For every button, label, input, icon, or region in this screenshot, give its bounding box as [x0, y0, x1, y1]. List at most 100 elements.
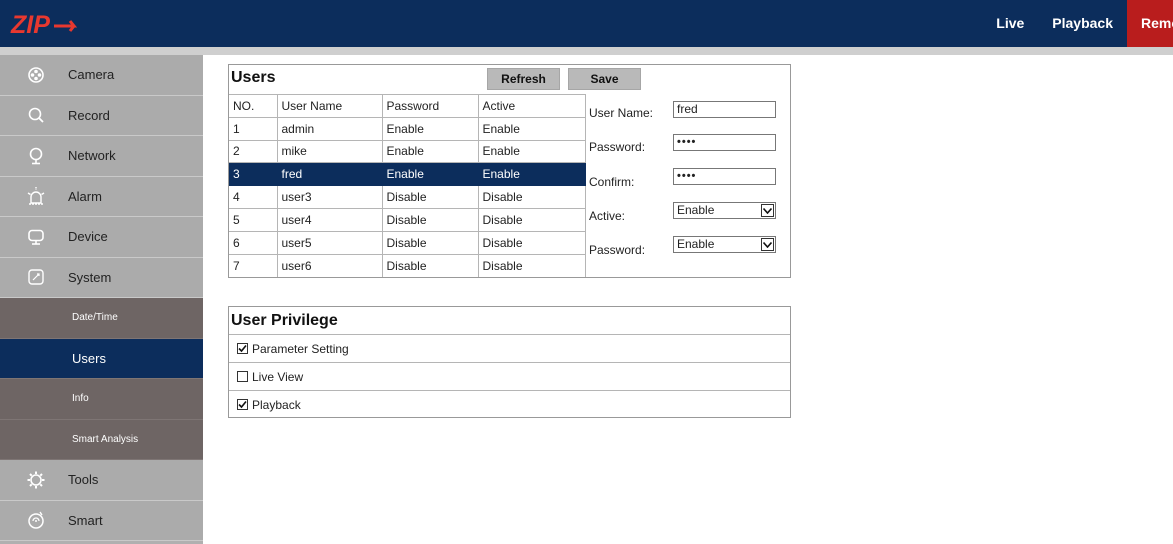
sidebar-subitem-label: Smart Analysis	[72, 433, 139, 445]
chevron-down-icon[interactable]	[761, 204, 774, 217]
sidebar-subitem-info[interactable]: Info	[0, 379, 203, 420]
sidebar-item-record[interactable]: Record	[0, 95, 203, 136]
password-enable-select[interactable]: Enable	[673, 236, 776, 253]
checkbox-unchecked[interactable]	[237, 371, 248, 382]
top-nav: Live Playback Remote	[982, 0, 1173, 47]
password-field[interactable]: ••••	[673, 134, 776, 151]
sidebar-item-label: System	[68, 269, 112, 285]
cell-no: 3	[229, 162, 278, 187]
tools-icon	[26, 470, 46, 490]
svg-text:ZIP: ZIP	[10, 11, 50, 38]
sidebar-item-tools[interactable]: Tools	[0, 460, 203, 501]
network-icon	[26, 146, 46, 166]
sidebar-item-label: Alarm	[68, 188, 102, 204]
nav-remote[interactable]: Remote	[1127, 0, 1173, 47]
table-row[interactable]: 1 admin Enable Enable	[229, 116, 586, 141]
cell-no: 4	[229, 185, 278, 209]
cell-active: Disable	[477, 207, 586, 232]
cell-user-name: admin	[276, 116, 383, 141]
cell-user-name: user5	[276, 230, 383, 255]
username-label: User Name:	[589, 106, 654, 120]
sidebar-item-device[interactable]: Device	[0, 217, 203, 258]
users-panel: Users Refresh Save NO. User Name Passwor…	[228, 64, 791, 278]
active-select[interactable]: Enable	[673, 202, 776, 219]
table-row[interactable]: 4 user3 Disable Disable	[229, 185, 586, 209]
cell-active: Enable	[477, 139, 586, 164]
cell-user-name: user6	[276, 253, 383, 277]
cell-active: Disable	[477, 253, 586, 277]
privilege-label: Parameter Setting	[252, 341, 349, 356]
sidebar-item-network[interactable]: Network	[0, 136, 203, 177]
sidebar-item-label: Tools	[68, 472, 99, 488]
sidebar-subitem-users[interactable]: Users	[0, 338, 203, 379]
sidebar-subitem-label: Date/Time	[72, 312, 118, 324]
confirm-password-field[interactable]: ••••	[673, 168, 776, 185]
table-row[interactable]: 7 user6 Disable Disable	[229, 253, 586, 277]
sidebar-item-system[interactable]: System	[0, 257, 203, 298]
table-row[interactable]: 2 mike Enable Enable	[229, 139, 586, 164]
sidebar-subitem-smart-analysis[interactable]: Smart Analysis	[0, 419, 203, 460]
table-header-row: NO. User Name Password Active	[229, 94, 586, 118]
active-select-value: Enable	[677, 203, 715, 217]
user-edit-form: User Name: fred Password: •••• Confirm: …	[586, 94, 791, 278]
chevron-down-icon[interactable]	[761, 238, 774, 251]
cell-user-name: user4	[276, 207, 383, 232]
column-header-no: NO.	[229, 94, 278, 118]
cell-password: Disable	[381, 253, 479, 277]
smart-icon	[26, 510, 46, 530]
record-icon	[26, 105, 46, 125]
sidebar-item-label: Network	[68, 148, 116, 164]
camera-icon	[26, 65, 46, 85]
user-privilege-title: User Privilege	[231, 312, 338, 329]
checkbox-checked[interactable]	[237, 343, 248, 354]
privilege-playback[interactable]: Playback	[229, 390, 790, 418]
sidebar: Camera Record Network Alarm Device Syste…	[0, 55, 203, 544]
user-privilege-panel: User Privilege Parameter Setting Live Vi…	[228, 306, 791, 418]
column-header-user-name: User Name	[276, 94, 383, 118]
sidebar-item-label: Camera	[68, 67, 115, 83]
sidebar-item-label: Record	[68, 107, 110, 123]
privilege-live-view[interactable]: Live View	[229, 362, 790, 390]
table-row[interactable]: 6 user5 Disable Disable	[229, 230, 586, 255]
cell-user-name: mike	[276, 139, 383, 164]
cell-active: Disable	[477, 185, 586, 209]
refresh-button[interactable]: Refresh	[487, 68, 560, 90]
cell-password: Disable	[381, 207, 479, 232]
privilege-label: Live View	[252, 369, 304, 384]
cell-active: Enable	[477, 116, 586, 141]
cell-password: Disable	[381, 230, 479, 255]
top-bar: ZIP Live Playback Remote	[0, 0, 1173, 47]
sidebar-item-smart[interactable]: Smart	[0, 500, 203, 541]
password-enable-select-value: Enable	[677, 237, 715, 251]
privilege-parameter-setting[interactable]: Parameter Setting	[229, 334, 790, 362]
table-row[interactable]: 5 user4 Disable Disable	[229, 207, 586, 232]
cell-password: Enable	[381, 139, 479, 164]
cell-user-name: fred	[276, 162, 383, 187]
zip-logo: ZIP	[10, 11, 78, 38]
alarm-icon	[26, 186, 46, 206]
cell-password: Disable	[381, 185, 479, 209]
device-icon	[26, 227, 46, 247]
cell-password: Enable	[381, 116, 479, 141]
column-header-active: Active	[477, 94, 586, 118]
sidebar-item-alarm[interactable]: Alarm	[0, 176, 203, 217]
cell-no: 1	[229, 116, 278, 141]
password-enable-label: Password:	[589, 243, 646, 257]
sidebar-item-label: Smart	[68, 512, 103, 528]
cell-no: 7	[229, 253, 278, 277]
nav-playback[interactable]: Playback	[1038, 0, 1127, 47]
users-title: Users	[231, 69, 276, 86]
cell-no: 5	[229, 207, 278, 232]
sidebar-subitem-date-time[interactable]: Date/Time	[0, 298, 203, 339]
cell-no: 2	[229, 139, 278, 164]
sidebar-item-label: Device	[68, 229, 108, 245]
sidebar-item-camera[interactable]: Camera	[0, 55, 203, 96]
privilege-label: Playback	[252, 397, 301, 412]
checkbox-checked[interactable]	[237, 399, 248, 410]
username-field[interactable]: fred	[673, 101, 776, 118]
header-divider	[0, 47, 1173, 55]
users-table: NO. User Name Password Active 1 admin En…	[229, 94, 586, 277]
nav-live[interactable]: Live	[982, 0, 1038, 47]
table-row-selected[interactable]: 3 fred Enable Enable	[229, 162, 586, 187]
save-button[interactable]: Save	[568, 68, 641, 90]
